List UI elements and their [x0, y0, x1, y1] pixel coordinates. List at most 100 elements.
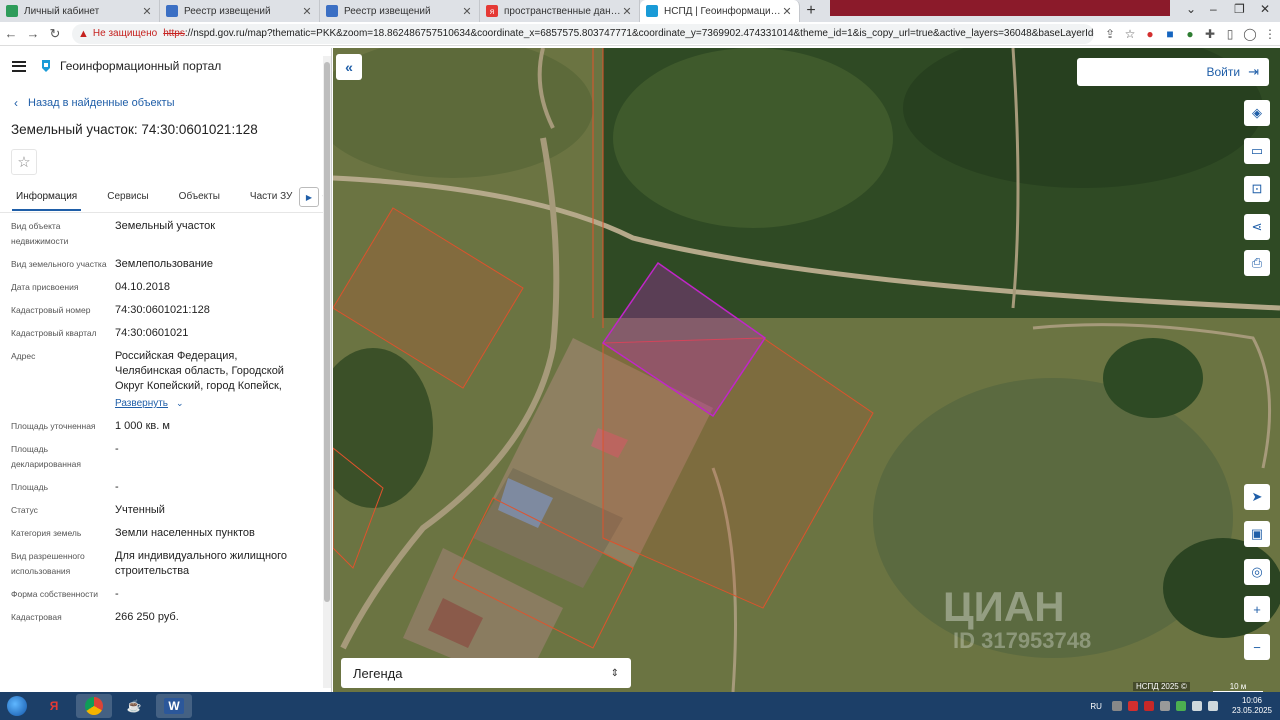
warning-icon: ▲ [78, 27, 89, 40]
new-tab-button[interactable]: + [800, 0, 822, 22]
print-button[interactable]: ⎙ [1244, 250, 1270, 276]
close-icon[interactable]: ✕ [461, 5, 473, 18]
tab-information[interactable]: Информация [12, 187, 82, 211]
network-icon[interactable] [1191, 701, 1202, 711]
system-tray: RU 10:06 23.05.2025 [1090, 692, 1272, 720]
double-chevron-left-icon: « [345, 59, 353, 75]
scrollbar-thumb[interactable] [324, 62, 330, 602]
back-arrow-icon[interactable]: ← [0, 26, 22, 41]
geolocation-button[interactable]: ◎ [1244, 559, 1270, 585]
property-key: Площадь уточненная [11, 421, 96, 431]
legend-label: Легенда [353, 665, 403, 681]
language-indicator[interactable]: RU [1090, 702, 1102, 711]
property-value: 1 000 кв. м [115, 420, 170, 432]
tray-app-icon[interactable] [1127, 701, 1138, 711]
tab-title: Личный кабинет [24, 5, 100, 17]
property-value: 266 250 руб. [115, 611, 179, 623]
property-value: Землепользование [115, 258, 214, 270]
property-key: Кадастровый номер [11, 305, 91, 315]
taskbar-word[interactable]: W [156, 694, 192, 718]
system-clock[interactable]: 10:06 23.05.2025 [1232, 696, 1272, 716]
tray-app-icon[interactable] [1111, 701, 1122, 711]
layers-button[interactable]: ◈ [1244, 100, 1270, 126]
map-view[interactable]: « Войти ⇥ ◈ ▭ ⊡ ⋖ ⎙ ➤ ▣ ◎ + − ЦИАН ID 31… [333, 48, 1280, 692]
tray-app-icon[interactable] [1159, 701, 1170, 711]
close-icon[interactable]: ✕ [141, 5, 153, 18]
address-bar[interactable]: ▲ Не защищено https://nspd.gov.ru/map?th… [72, 23, 1094, 44]
panel-header: Геоинформационный портал [0, 48, 331, 84]
property-key: Дата присвоения [11, 282, 79, 292]
copyright-label: НСПД 2025 © [1133, 682, 1190, 691]
tab-land-parts[interactable]: Части ЗУ [246, 187, 296, 209]
restore-icon[interactable]: ❐ [1234, 2, 1245, 16]
property-list: Вид объекта недвижимости Земельный участ… [0, 219, 331, 625]
plus-icon: + [1253, 601, 1261, 617]
taskbar-java[interactable]: ☕ [116, 694, 152, 718]
forward-arrow-icon[interactable]: → [22, 26, 44, 41]
minimize-icon[interactable]: – [1210, 2, 1217, 16]
zoom-out-button[interactable]: − [1244, 634, 1270, 660]
login-button[interactable]: Войти ⇥ [1077, 58, 1269, 86]
panel-scrollbar[interactable] [323, 56, 331, 688]
property-value: 74:30:0601021 [115, 327, 189, 339]
property-value-address: Российская Федерация, Челябинская област… [115, 349, 331, 411]
side-panel-icon[interactable]: ▯ [1220, 27, 1240, 41]
locate-button[interactable]: ➤ [1244, 484, 1270, 510]
property-key: Вид разрешенного использования [11, 551, 85, 576]
start-button[interactable] [0, 692, 34, 720]
geolocation-icon: ◎ [1251, 564, 1263, 579]
tab-title: НСПД | Геоинформационный п [664, 5, 781, 17]
property-key: Площадь [11, 482, 49, 492]
browser-menu-icon[interactable]: ⋮ [1260, 27, 1280, 41]
taskbar-chrome[interactable] [76, 694, 112, 718]
select-area-button[interactable]: ⊡ [1244, 176, 1270, 202]
extension-icon[interactable]: ● [1180, 27, 1200, 41]
browser-tab[interactable]: Реестр извещений ✕ [160, 0, 320, 22]
share-button[interactable]: ⋖ [1244, 214, 1270, 240]
tray-app-icon[interactable] [1143, 701, 1154, 711]
minimap-button[interactable]: ▣ [1244, 521, 1270, 547]
share-icon[interactable]: ⇪ [1100, 27, 1120, 41]
tab-objects[interactable]: Объекты [175, 187, 224, 209]
tab-services[interactable]: Сервисы [103, 187, 152, 209]
collapse-panel-button[interactable]: « [336, 54, 362, 80]
window-close-icon[interactable]: ✕ [1260, 2, 1270, 16]
measure-button[interactable]: ▭ [1244, 138, 1270, 164]
browser-tab[interactable]: я пространственные данные росс ✕ [480, 0, 640, 22]
property-value: - [115, 588, 119, 600]
property-row: Площадь уточненная 1 000 кв. м [11, 419, 331, 434]
close-icon[interactable]: ✕ [781, 5, 793, 18]
word-icon: W [164, 698, 184, 714]
chrome-icon [85, 697, 103, 715]
browser-tab[interactable]: Личный кабинет ✕ [0, 0, 160, 22]
extensions-puzzle-icon[interactable]: ✚ [1200, 27, 1220, 41]
extension-icon[interactable]: ■ [1160, 27, 1180, 41]
favorite-button[interactable]: ☆ [11, 149, 37, 175]
back-to-results-link[interactable]: ‹ Назад в найденные объекты [14, 96, 331, 110]
legend-selector[interactable]: Легенда ⇕ [341, 658, 631, 688]
tray-app-icon[interactable] [1175, 701, 1186, 711]
browser-toolbar: ← → ↻ ▲ Не защищено https://nspd.gov.ru/… [0, 22, 1280, 46]
expand-address-link[interactable]: Развернуть ⌄ [115, 396, 301, 411]
extension-icon[interactable]: ● [1140, 27, 1160, 41]
browser-tab-active[interactable]: НСПД | Геоинформационный п ✕ [640, 0, 800, 22]
property-row: Дата присвоения 04.10.2018 [11, 280, 331, 295]
taskbar-yandex-browser[interactable]: Я [36, 694, 72, 718]
tab-search-chevron-icon[interactable]: ⌄ [1186, 2, 1196, 16]
profile-avatar-icon[interactable]: ◯ [1240, 27, 1260, 41]
tabs-scroll-right-button[interactable]: ▶ [299, 187, 319, 207]
expand-label: Развернуть [115, 398, 169, 409]
not-secure-indicator[interactable]: ▲ Не защищено [78, 28, 157, 40]
volume-icon[interactable] [1207, 701, 1218, 711]
property-row: Кадастровая 266 250 руб. [11, 610, 331, 625]
property-row: Площадь декларированная - [11, 442, 331, 472]
reload-icon[interactable]: ↻ [44, 26, 66, 42]
bookmark-star-icon[interactable]: ☆ [1120, 27, 1140, 41]
close-icon[interactable]: ✕ [621, 5, 633, 18]
hamburger-menu-icon[interactable] [12, 60, 26, 72]
chevron-left-icon: ‹ [14, 96, 18, 110]
browser-tab[interactable]: Реестр извещений ✕ [320, 0, 480, 22]
object-info-panel: Геоинформационный портал ‹ Назад в найде… [0, 48, 332, 692]
zoom-in-button[interactable]: + [1244, 596, 1270, 622]
close-icon[interactable]: ✕ [301, 5, 313, 18]
